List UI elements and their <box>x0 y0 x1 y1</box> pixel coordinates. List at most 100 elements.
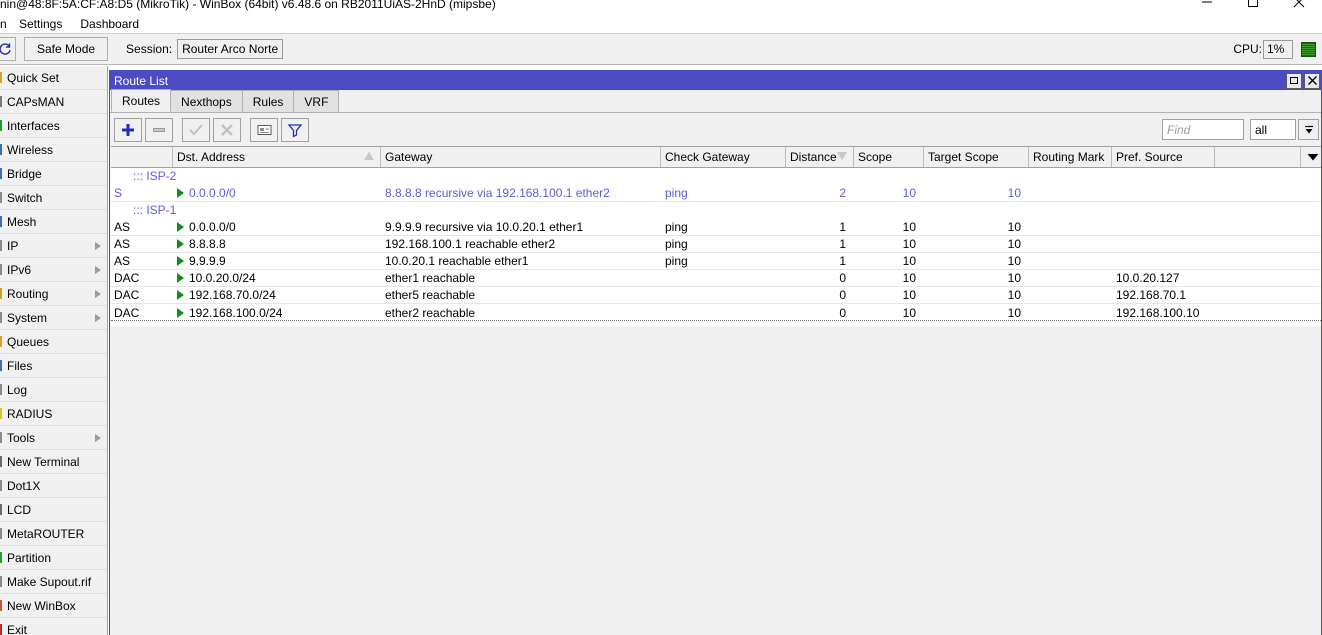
tab-label: VRF <box>304 95 328 109</box>
cell-check-gateway: ping <box>661 236 786 253</box>
cell-dst-address: 10.0.20.0/24 <box>173 270 381 287</box>
sidebar-item-partition[interactable]: Partition <box>0 546 107 570</box>
sidebar-item-wireless[interactable]: Wireless <box>0 138 107 162</box>
table-row[interactable]: AS9.9.9.910.0.20.1 reachable ether1ping1… <box>111 253 1321 270</box>
safe-mode-button[interactable]: Safe Mode <box>24 37 108 61</box>
cell-distance: 0 <box>786 304 854 321</box>
refresh-icon[interactable] <box>0 37 16 61</box>
sidebar-item-mesh[interactable]: Mesh <box>0 210 107 234</box>
chevron-down-icon[interactable] <box>1298 119 1319 140</box>
sidebar-item-bridge[interactable]: Bridge <box>0 162 107 186</box>
maximize-icon[interactable] <box>1230 0 1276 14</box>
switch-icon <box>0 192 2 203</box>
sidebar-item-switch[interactable]: Switch <box>0 186 107 210</box>
sidebar-item-files[interactable]: Files <box>0 354 107 378</box>
table-row-comment[interactable]: ::: ISP-2 <box>111 168 1321 185</box>
minimize-icon[interactable] <box>1184 0 1230 14</box>
table-row[interactable]: DAC192.168.70.0/24ether5 reachable010101… <box>111 287 1321 304</box>
column-header-distance[interactable]: Distance <box>786 147 854 167</box>
remove-button[interactable] <box>145 118 173 142</box>
sidebar-item-ipv6[interactable]: IPv6 <box>0 258 107 282</box>
table-row[interactable]: AS0.0.0.0/09.9.9.9 recursive via 10.0.20… <box>111 219 1321 236</box>
sidebar-item-queues[interactable]: Queues <box>0 330 107 354</box>
sidebar-item-new-winbox[interactable]: New WinBox <box>0 594 107 618</box>
table-row-comment[interactable]: ::: ISP-1 <box>111 202 1321 219</box>
add-button[interactable] <box>114 118 142 142</box>
restore-icon[interactable] <box>1286 73 1302 89</box>
route-list-tabs: RoutesNexthopsRules VRF <box>110 90 1321 113</box>
cell-dst-address-text: 0.0.0.0/0 <box>189 186 236 200</box>
cell-target-scope: 10 <box>924 287 1029 304</box>
sidebar-item-label: Log <box>7 383 27 397</box>
tab-vrf[interactable]: VRF <box>293 90 339 112</box>
column-header-tscope[interactable]: Target Scope <box>924 147 1029 167</box>
sidebar-item-dot1x[interactable]: Dot1X <box>0 474 107 498</box>
sidebar-item-exit[interactable]: Exit <box>0 618 107 635</box>
sidebar-item-radius[interactable]: RADIUS <box>0 402 107 426</box>
cell-dst-address-text: 192.168.100.0/24 <box>189 306 282 320</box>
table-row[interactable]: DAC10.0.20.0/24ether1 reachable0101010.0… <box>111 270 1321 287</box>
cell-distance: 0 <box>786 270 854 287</box>
close-icon[interactable] <box>1304 73 1320 89</box>
menu-item-dashboard[interactable]: Dashboard <box>71 16 148 32</box>
cell-flags: DAC <box>111 304 173 321</box>
sidebar-item-ip[interactable]: IP <box>0 234 107 258</box>
sidebar-item-log[interactable]: Log <box>0 378 107 402</box>
filter-button[interactable] <box>281 118 309 142</box>
menu-item-clipped[interactable]: n <box>0 16 10 32</box>
cell-target-scope: 10 <box>924 219 1029 236</box>
sidebar-item-system[interactable]: System <box>0 306 107 330</box>
cell-scope: 10 <box>854 287 924 304</box>
ipv6-icon <box>0 264 2 275</box>
session-value[interactable]: Router Arco Norte <box>177 39 283 59</box>
sidebar-item-label: Bridge <box>7 167 42 181</box>
tab-nexthops[interactable]: Nexthops <box>170 90 243 112</box>
route-active-arrow-icon <box>177 256 184 266</box>
column-header-chkgw[interactable]: Check Gateway <box>661 147 786 167</box>
column-header-psource[interactable]: Pref. Source <box>1112 147 1215 167</box>
comment-button[interactable] <box>250 118 278 142</box>
cell-dst-address: 192.168.70.0/24 <box>173 287 381 304</box>
main-toolbar: Safe Mode Session: Router Arco Norte CPU… <box>0 33 1322 65</box>
table-row[interactable]: DAC192.168.100.0/24ether2 reachable01010… <box>111 304 1321 321</box>
route-comment: ::: ISP-2 <box>111 168 1321 185</box>
tab-routes[interactable]: Routes <box>111 89 171 112</box>
sidebar-item-metarouter[interactable]: MetaROUTER <box>0 522 107 546</box>
cpu-value: 1% <box>1263 40 1293 59</box>
cell-dst-address: 0.0.0.0/0 <box>173 219 381 236</box>
cell-routing-mark <box>1029 287 1112 304</box>
tab-rules[interactable]: Rules <box>242 90 295 112</box>
system-icon <box>0 312 2 323</box>
sidebar-item-make-supout-rif[interactable]: Make Supout.rif <box>0 570 107 594</box>
disable-button[interactable] <box>213 118 241 142</box>
sidebar-item-capsman[interactable]: CAPsMAN <box>0 90 107 114</box>
cell-distance: 1 <box>786 236 854 253</box>
window-titlebar: nin@48:8F:5A:CF:A8:D5 (MikroTik) - WinBo… <box>0 0 1322 14</box>
sidebar-item-quick-set[interactable]: Quick Set <box>0 66 107 90</box>
close-icon[interactable] <box>1276 0 1322 14</box>
enable-button[interactable] <box>182 118 210 142</box>
route-list-title: Route List <box>114 74 168 88</box>
column-header-flags[interactable] <box>111 147 173 167</box>
sidebar-item-tools[interactable]: Tools <box>0 426 107 450</box>
column-header-gateway[interactable]: Gateway <box>381 147 661 167</box>
menu-item-settings[interactable]: Settings <box>10 16 71 32</box>
find-input[interactable]: Find <box>1162 119 1244 140</box>
radius-icon <box>0 408 2 419</box>
column-chooser-icon[interactable] <box>1301 147 1321 167</box>
table-row[interactable]: S0.0.0.0/08.8.8.8 recursive via 192.168.… <box>111 185 1321 202</box>
column-header-label: Routing Mark <box>1033 150 1104 164</box>
cell-routing-mark <box>1029 253 1112 270</box>
sidebar-item-routing[interactable]: Routing <box>0 282 107 306</box>
cell-pref-source: 192.168.100.10 <box>1112 304 1215 321</box>
column-header-dst[interactable]: Dst. Address <box>173 147 381 167</box>
sidebar-item-new-terminal[interactable]: New Terminal <box>0 450 107 474</box>
sidebar-item-lcd[interactable]: LCD <box>0 498 107 522</box>
cell-spacer <box>1215 236 1301 253</box>
table-row[interactable]: AS8.8.8.8192.168.100.1 reachable ether2p… <box>111 236 1321 253</box>
column-header-rmark[interactable]: Routing Mark <box>1029 147 1112 167</box>
column-header-scope[interactable]: Scope <box>854 147 924 167</box>
filter-scope-select[interactable]: all <box>1250 119 1296 140</box>
supout-icon <box>0 576 2 587</box>
sidebar-item-interfaces[interactable]: Interfaces <box>0 114 107 138</box>
